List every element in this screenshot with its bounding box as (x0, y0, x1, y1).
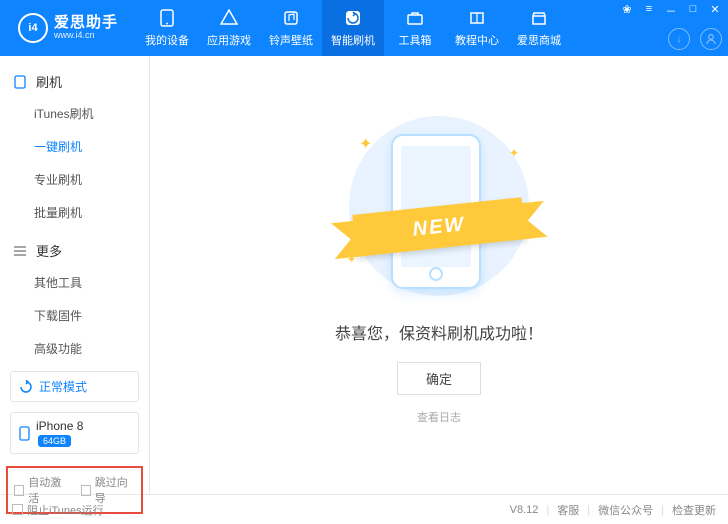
shop-icon (529, 8, 549, 28)
success-illustration: ✦ ✦ ✦ NEW (329, 116, 549, 296)
sidebar-item-batch-flash[interactable]: 批量刷机 (0, 196, 149, 229)
sidebar-item-other-tools[interactable]: 其他工具 (0, 266, 149, 299)
view-log-link[interactable]: 查看日志 (417, 409, 461, 425)
logo-icon: i4 (18, 13, 48, 43)
toolbox-icon (405, 8, 425, 28)
main-panel: ✦ ✦ ✦ NEW 恭喜您，保资料刷机成功啦！ 确定 查看日志 (150, 56, 728, 494)
logo[interactable]: i4 爱思助手 www.i4.cn (8, 13, 128, 43)
nav-toolbox[interactable]: 工具箱 (384, 0, 446, 56)
apps-icon (219, 8, 239, 28)
footer-support[interactable]: 客服 (557, 502, 579, 518)
skin-icon[interactable]: ❀ (620, 3, 634, 19)
footer-update[interactable]: 检查更新 (672, 502, 716, 518)
nav-my-device[interactable]: 我的设备 (136, 0, 198, 56)
nav-apps[interactable]: 应用游戏 (198, 0, 260, 56)
sidebar-item-itunes-flash[interactable]: iTunes刷机 (0, 97, 149, 130)
download-icon[interactable]: ↓ (668, 28, 690, 50)
maximize-icon[interactable]: □ (686, 3, 700, 19)
nav-flash[interactable]: 智能刷机 (322, 0, 384, 56)
nav-ringtones[interactable]: 铃声壁纸 (260, 0, 322, 56)
sidebar-group-flash: 刷机 (0, 66, 149, 97)
device-mode[interactable]: 正常模式 (10, 371, 139, 402)
sidebar: 刷机 iTunes刷机 一键刷机 专业刷机 批量刷机 更多 其他工具 下载固件 … (0, 56, 150, 494)
sidebar-item-onekey-flash[interactable]: 一键刷机 (0, 130, 149, 163)
minimize-icon[interactable]: － (664, 3, 678, 19)
top-nav: 我的设备 应用游戏 铃声壁纸 智能刷机 工具箱 教程中心 爱思商城 (136, 0, 570, 56)
brand-name: 爱思助手 (54, 15, 118, 32)
close-icon[interactable]: ✕ (708, 3, 722, 19)
sidebar-item-advanced[interactable]: 高级功能 (0, 332, 149, 365)
device-card[interactable]: iPhone 8 64GB (10, 412, 139, 454)
book-icon (467, 8, 487, 28)
ok-button[interactable]: 确定 (397, 362, 481, 395)
nav-tutorials[interactable]: 教程中心 (446, 0, 508, 56)
check-block-itunes[interactable]: 阻止iTunes运行 (12, 502, 104, 518)
device-storage-badge: 64GB (38, 435, 71, 447)
device-name: iPhone 8 (36, 419, 83, 433)
sidebar-group-more: 更多 (0, 235, 149, 266)
list-icon (14, 246, 28, 256)
flash-icon (343, 8, 363, 28)
sidebar-item-download-fw[interactable]: 下载固件 (0, 299, 149, 332)
refresh-icon (19, 380, 33, 394)
menu-icon[interactable]: ≡ (642, 3, 656, 19)
success-message: 恭喜您，保资料刷机成功啦！ (335, 320, 543, 344)
music-icon (281, 8, 301, 28)
version-label: V8.12 (510, 504, 539, 516)
device-phone-icon (19, 426, 30, 441)
window-controls: ❀ ≡ － □ ✕ (620, 3, 722, 19)
sidebar-item-pro-flash[interactable]: 专业刷机 (0, 163, 149, 196)
user-icon[interactable] (700, 28, 722, 50)
brand-url: www.i4.cn (54, 31, 118, 41)
header: i4 爱思助手 www.i4.cn 我的设备 应用游戏 铃声壁纸 智能刷机 工具… (0, 0, 728, 56)
nav-shop[interactable]: 爱思商城 (508, 0, 570, 56)
footer-wechat[interactable]: 微信公众号 (598, 502, 653, 518)
phone-icon (157, 8, 177, 28)
phone-sq-icon (14, 75, 28, 89)
